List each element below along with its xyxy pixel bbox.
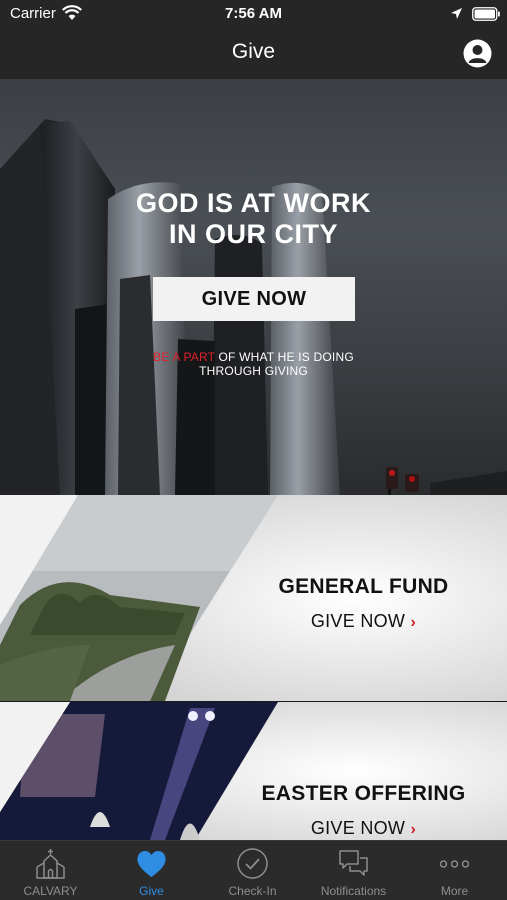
heart-icon xyxy=(137,850,166,877)
more-dots-icon xyxy=(439,860,470,868)
hero-subtitle-line1: BE A PART OF WHAT HE IS DOING xyxy=(0,350,507,364)
church-icon xyxy=(36,849,65,879)
tab-label: CALVARY xyxy=(23,884,78,898)
hero-subtitle-accent: BE A PART xyxy=(153,350,215,364)
profile-icon[interactable] xyxy=(463,39,492,68)
hero-subtitle-rest: OF WHAT HE IS DOING xyxy=(214,350,354,364)
chevron-right-icon: › xyxy=(410,821,417,838)
fund-title: EASTER OFFERING xyxy=(261,782,466,805)
navigation-bar: Give xyxy=(0,28,507,79)
tab-bar: CALVARY Give Check-In Notifications More xyxy=(0,840,507,900)
hero-headline-line2: IN OUR CITY xyxy=(168,219,338,249)
hero-give-now-button[interactable]: GIVE NOW xyxy=(153,277,355,321)
tab-check-in[interactable]: Check-In xyxy=(202,841,303,900)
general-fund-card[interactable]: GENERAL FUND GIVE NOW › xyxy=(0,495,507,701)
tab-label: Give xyxy=(139,884,164,898)
fund-give-now-link[interactable]: GIVE NOW › xyxy=(250,611,477,632)
tab-label: Notifications xyxy=(320,884,387,898)
tab-give[interactable]: Give xyxy=(101,841,202,900)
tab-calvary[interactable]: CALVARY xyxy=(0,841,101,900)
battery-icon xyxy=(472,7,500,21)
tab-label: Check-In xyxy=(228,884,277,898)
hero-headline-line1: GOD IS AT WORK xyxy=(136,188,371,218)
status-bar: Carrier 7:56 AM xyxy=(0,0,507,28)
hero-banner: GOD IS AT WORK IN OUR CITY GIVE NOW BE A… xyxy=(0,79,507,495)
page-title: Give xyxy=(231,40,276,63)
fund-give-now-label: GIVE NOW xyxy=(310,611,406,631)
checkmark-circle-icon xyxy=(237,848,268,879)
fund-title: GENERAL FUND xyxy=(278,575,449,598)
easter-offering-card[interactable]: EASTER OFFERING GIVE NOW › xyxy=(0,702,507,840)
fund-give-now-link[interactable]: GIVE NOW › xyxy=(250,818,477,839)
tab-more[interactable]: More xyxy=(404,841,505,900)
hero-subtitle-line2: THROUGH GIVING xyxy=(199,364,308,378)
tab-label: More xyxy=(440,884,469,898)
location-arrow-icon xyxy=(451,8,462,19)
tab-notifications[interactable]: Notifications xyxy=(303,841,404,900)
chevron-right-icon: › xyxy=(410,614,417,631)
chat-bubbles-icon xyxy=(339,850,368,876)
status-time: 7:56 AM xyxy=(225,5,282,22)
fund-give-now-label: GIVE NOW xyxy=(310,818,406,838)
